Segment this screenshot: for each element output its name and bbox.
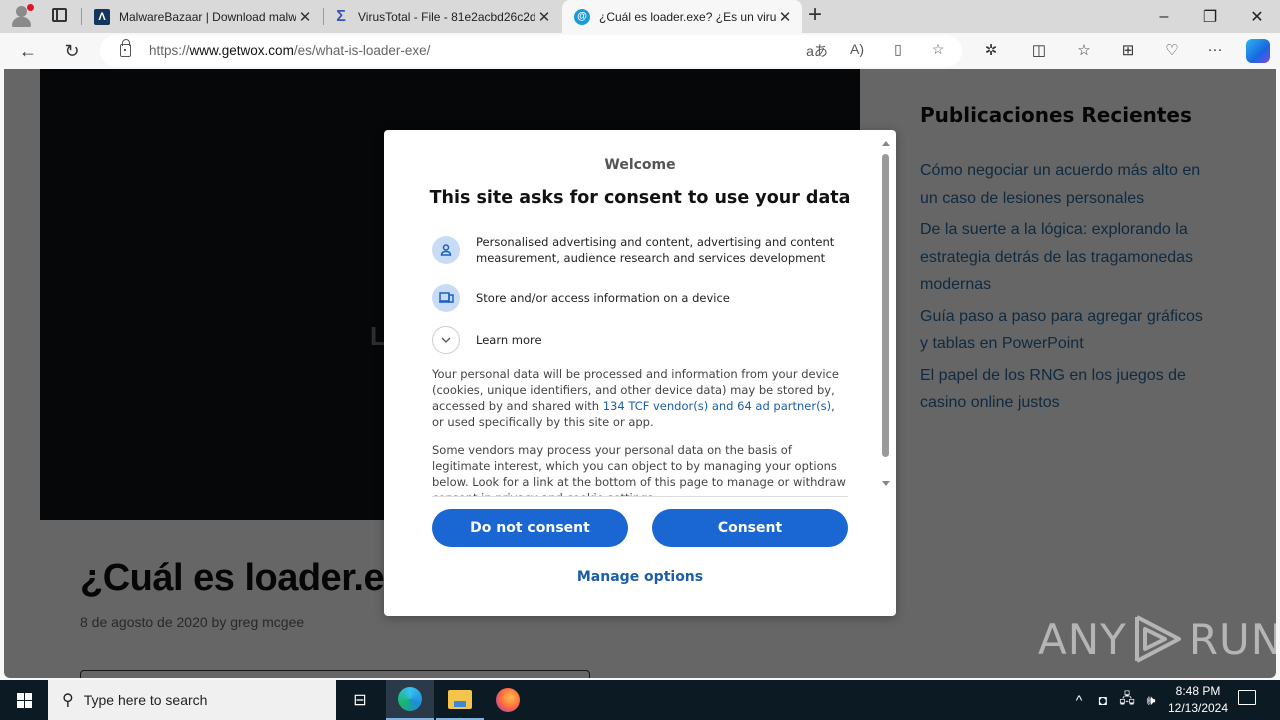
split-screen-icon[interactable]: ◫: [1028, 41, 1050, 61]
play-logo-icon: [1134, 615, 1181, 663]
learn-more-label[interactable]: Learn more: [476, 332, 542, 348]
tab-title: VirusTotal - File - 81e2acbd26c2d: [358, 9, 535, 24]
scroll-up-arrow-icon[interactable]: [882, 141, 890, 146]
profile-head: [16, 6, 27, 17]
windows-logo-icon: [16, 692, 32, 708]
favorite-star-icon[interactable]: ☆: [927, 41, 949, 61]
purpose-item: Personalised advertising and content, ad…: [432, 234, 896, 266]
back-button[interactable]: ←: [15, 39, 41, 63]
read-aloud-icon[interactable]: A): [846, 41, 868, 61]
minimize-button[interactable]: –: [1141, 0, 1187, 33]
browser-essentials-icon[interactable]: ♡: [1161, 41, 1183, 61]
search-placeholder: Type here to search: [83, 692, 208, 708]
dialog-heading: This site asks for consent to use your d…: [429, 188, 851, 208]
browser-toolbar: ← ↻ https://www.getwox.com/es/what-is-lo…: [0, 33, 1280, 69]
watermark-text: ANY: [1038, 614, 1127, 664]
close-tab-icon[interactable]: ✕: [535, 8, 553, 26]
taskbar-clock[interactable]: 8:48 PM 12/13/2024: [1160, 683, 1236, 717]
restore-button[interactable]: ❐: [1187, 0, 1233, 33]
scrollbar-thumb[interactable]: [882, 154, 889, 457]
taskbar: ⚲ Type here to search ⊟ ^ ◘ 🖧 🕪 8:48 PM …: [0, 680, 1280, 720]
address-bar[interactable]: https://www.getwox.com/es/what-is-loader…: [100, 35, 962, 67]
refresh-button[interactable]: ↻: [59, 39, 85, 63]
lock-icon[interactable]: [120, 39, 131, 57]
url-path: /es/what-is-loader-exe/: [293, 43, 431, 58]
clock-date: 12/13/2024: [1167, 701, 1229, 715]
learn-more-toggle[interactable]: Learn more: [432, 326, 542, 354]
device-icon: [432, 284, 460, 312]
vendors-link[interactable]: 134 TCF vendor(s) and 64 ad partner(s): [603, 399, 831, 413]
person-icon: [432, 236, 460, 264]
chevron-down-icon[interactable]: [432, 326, 460, 354]
url-text[interactable]: https://www.getwox.com/es/what-is-loader…: [149, 43, 430, 58]
tab-title: MalwareBazaar | Download malw: [119, 9, 296, 24]
dialog-scrollbar[interactable]: [880, 138, 892, 494]
tab-title: ¿Cuál es loader.exe? ¿Es un virus?: [599, 9, 776, 24]
extensions-icon[interactable]: ✲: [980, 41, 1002, 61]
close-tab-icon[interactable]: ✕: [296, 8, 314, 26]
virustotal-icon: Σ: [336, 7, 346, 25]
taskbar-firefox[interactable]: [484, 680, 532, 720]
favorites-icon[interactable]: ☆: [1073, 41, 1095, 61]
task-view-icon[interactable]: ⊟: [336, 680, 384, 720]
clock-time: 8:48 PM: [1175, 684, 1221, 698]
dialog-welcome: Welcome: [604, 157, 676, 173]
more-menu-icon[interactable]: ···: [1204, 41, 1226, 61]
notification-dot: [27, 4, 34, 11]
close-tab-icon[interactable]: ✕: [776, 8, 794, 26]
immersive-reader-icon[interactable]: ▯: [887, 41, 909, 61]
purpose-text: Personalised advertising and content, ad…: [476, 235, 835, 265]
edge-icon: [398, 687, 422, 711]
tab-actions-icon[interactable]: [50, 7, 70, 25]
tab-separator: [81, 8, 82, 25]
new-tab-button[interactable]: +: [808, 3, 822, 27]
divider: [432, 496, 848, 497]
meet-now-icon[interactable]: ◘: [1092, 680, 1114, 720]
close-window-button[interactable]: ✕: [1234, 0, 1280, 33]
scroll-down-arrow-icon[interactable]: [882, 481, 890, 486]
tab-strip: Λ MalwareBazaar | Download malw ✕ Σ Viru…: [0, 0, 1280, 33]
volume-icon[interactable]: 🕪: [1140, 680, 1162, 720]
do-not-consent-button[interactable]: Do not consent: [432, 509, 628, 547]
taskbar-search[interactable]: ⚲ Type here to search: [48, 680, 336, 720]
copilot-icon[interactable]: [1246, 39, 1270, 63]
purpose-item: Store and/or access information on a dev…: [432, 284, 730, 312]
profile-avatar[interactable]: [10, 4, 34, 28]
consent-button[interactable]: Consent: [652, 509, 848, 547]
url-prefix: https://: [149, 43, 190, 58]
legitimate-interest-text: Some vendors may process your personal d…: [432, 443, 846, 496]
taskbar-file-explorer[interactable]: [436, 680, 484, 720]
data-processing-text: Your personal data will be processed and…: [432, 366, 847, 430]
tab-separator: [323, 8, 324, 25]
notifications-icon[interactable]: [1238, 690, 1256, 705]
watermark-text: RUN: [1188, 614, 1276, 664]
profile-body: [12, 17, 31, 27]
tab-malwarebazaar[interactable]: Λ MalwareBazaar | Download malw ✕: [86, 0, 322, 33]
purpose-text: Store and/or access information on a dev…: [476, 291, 730, 305]
collections-icon[interactable]: ⊞: [1117, 41, 1139, 61]
folder-icon: [448, 689, 472, 709]
network-icon[interactable]: 🖧: [1116, 680, 1138, 720]
firefox-icon: [496, 688, 520, 712]
anyrun-watermark: ANY RUN: [1038, 609, 1276, 669]
taskbar-edge[interactable]: [386, 680, 434, 720]
search-icon: ⚲: [62, 692, 74, 709]
show-hidden-icons[interactable]: ^: [1068, 680, 1090, 720]
manage-options-link[interactable]: Manage options: [384, 569, 896, 585]
start-button[interactable]: [0, 680, 48, 720]
tab-getwox[interactable]: @ ¿Cuál es loader.exe? ¿Es un virus? ✕: [562, 0, 802, 33]
dialog-scroll-area[interactable]: Your personal data will be processed and…: [384, 366, 854, 496]
translate-icon[interactable]: aあ: [806, 41, 828, 61]
tab-virustotal[interactable]: Σ VirusTotal - File - 81e2acbd26c2d ✕: [325, 0, 561, 33]
consent-dialog: Welcome This site asks for consent to us…: [384, 130, 896, 616]
malwarebazaar-icon: Λ: [94, 8, 110, 25]
url-domain: www.getwox.com: [189, 43, 294, 58]
getwox-icon: @: [574, 8, 590, 25]
